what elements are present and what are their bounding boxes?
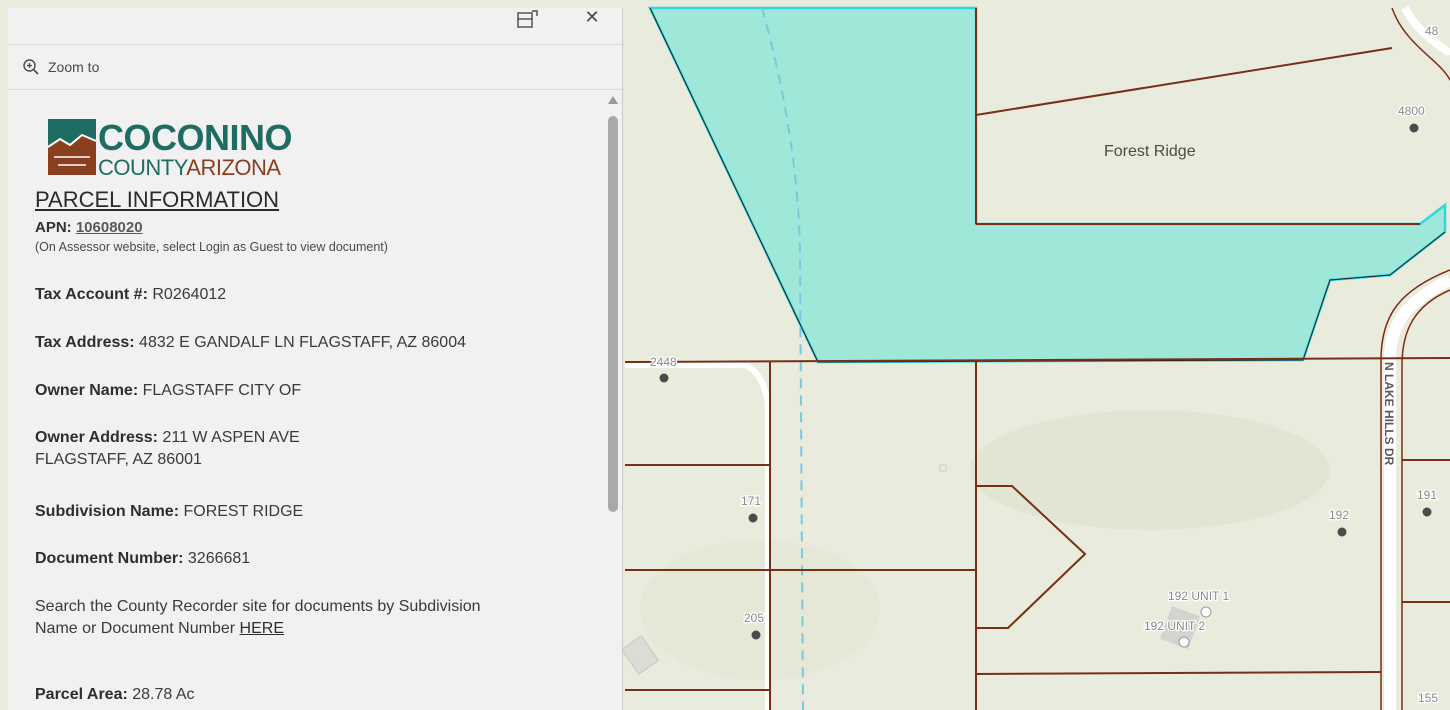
page-title: PARCEL INFORMATION: [35, 187, 280, 212]
parcel-area-row: Parcel Area: 28.78 Ac: [35, 684, 195, 706]
document-number-value: 3266681: [187, 550, 251, 567]
logo-wordmark: COCONINO: [98, 117, 293, 158]
subdivision-label: Subdivision Name:: [35, 503, 180, 520]
scrollbar[interactable]: [606, 96, 620, 710]
address-label: 171: [741, 494, 761, 508]
address-label: 192 UNIT 1: [1168, 589, 1229, 603]
apn-row: APN: 10608020: [35, 219, 143, 236]
tax-address-label: Tax Address:: [35, 334, 135, 351]
address-label: 191: [1417, 488, 1437, 502]
tax-address-value: 4832 E GANDALF LN FLAGSTAFF, AZ 86004: [139, 334, 466, 351]
zoom-to-button[interactable]: Zoom to: [8, 45, 622, 90]
tax-address-row: Tax Address: 4832 E GANDALF LN FLAGSTAFF…: [35, 332, 466, 354]
parcel-area-value: 28.78 Ac: [132, 686, 195, 703]
scrollbar-thumb[interactable]: [608, 116, 618, 512]
recorder-search-line-2: Name or Document Number: [35, 620, 236, 637]
owner-name-value: FLAGSTAFF CITY OF: [142, 382, 302, 399]
owner-address-row: Owner Address: 211 W ASPEN AVE FLAGSTAFF…: [35, 427, 300, 471]
logo-county: COUNTY: [98, 155, 187, 180]
subdivision-row: Subdivision Name: FOREST RIDGE: [35, 501, 303, 523]
county-logo: COCONINO COUNTYARIZONA: [48, 117, 308, 180]
subdivision-value: FOREST RIDGE: [183, 503, 304, 520]
owner-address-label: Owner Address:: [35, 429, 158, 446]
terrain-shade: [970, 410, 1330, 530]
address-label: 155: [1418, 691, 1438, 705]
subdivision-map-label: Forest Ridge: [1104, 143, 1196, 160]
zoom-to-label: Zoom to: [48, 59, 100, 75]
panel-header: ✕: [8, 8, 622, 45]
address-label: 205: [744, 611, 764, 625]
logo-arizona: ARIZONA: [186, 155, 281, 180]
owner-name-row: Owner Name: FLAGSTAFF CITY OF: [35, 380, 301, 402]
close-icon: ✕: [584, 8, 600, 27]
tax-account-value: R0264012: [152, 286, 227, 303]
address-label: 4800: [1398, 104, 1425, 118]
apn-note: (On Assessor website, select Login as Gu…: [35, 240, 388, 254]
owner-name-label: Owner Name:: [35, 382, 139, 399]
document-number-row: Document Number: 3266681: [35, 548, 250, 570]
popup-content: COCONINO COUNTYARIZONA PARCEL INFORMATIO…: [8, 89, 608, 710]
dock-button[interactable]: [515, 8, 541, 32]
document-number-label: Document Number:: [35, 550, 184, 567]
address-label: 192 UNIT 2: [1144, 619, 1205, 633]
parcel-popup-panel: ✕ Zoom to COCONINO COUNTYARIZONA PARCEL …: [8, 8, 623, 710]
address-point-unit2: [1178, 636, 1190, 648]
apn-label: APN:: [35, 219, 72, 236]
street-label: N LAKE HILLS DR: [1382, 362, 1396, 466]
terrain-shade: [640, 540, 880, 680]
dock-icon: [517, 10, 538, 28]
tax-account-row: Tax Account #: R0264012: [35, 284, 226, 306]
close-button[interactable]: ✕: [581, 8, 603, 29]
zoom-in-icon: [23, 59, 39, 75]
address-label: 48: [1425, 24, 1439, 38]
owner-address-value-2: FLAGSTAFF, AZ 86001: [35, 451, 202, 468]
tax-account-label: Tax Account #:: [35, 286, 148, 303]
county-logo-mark-icon: [48, 119, 96, 175]
recorder-search-line-1: Search the County Recorder site for docu…: [35, 598, 481, 615]
address-point-unit1: [1200, 606, 1212, 618]
recorder-here-link[interactable]: HERE: [240, 620, 284, 637]
address-label: 192: [1329, 508, 1349, 522]
parcel-area-label: Parcel Area:: [35, 686, 128, 703]
owner-address-value: 211 W ASPEN AVE: [162, 429, 300, 446]
apn-link[interactable]: 10608020: [76, 219, 143, 236]
address-label: 2448: [650, 355, 677, 369]
scroll-up-icon[interactable]: [608, 96, 618, 104]
recorder-search-text: Search the County Recorder site for docu…: [35, 596, 481, 640]
logo-subline: COUNTYARIZONA: [98, 155, 281, 181]
